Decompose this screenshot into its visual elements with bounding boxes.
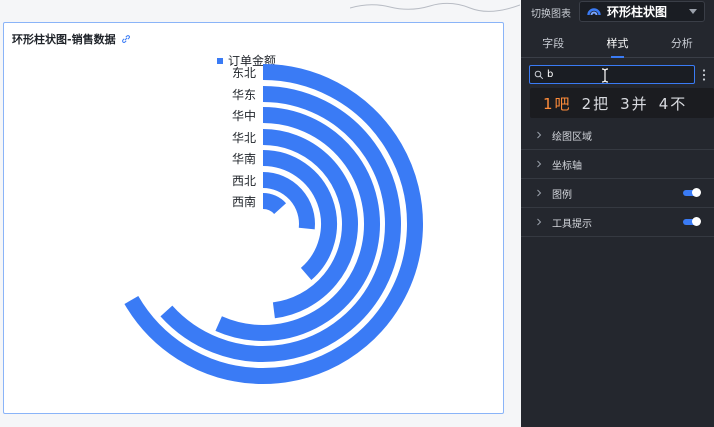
category-label: 东北 [232,66,256,80]
switch-chart-label: 切换图表 [531,8,571,20]
style-sections: 绘图区域 坐标轴 图例 工具提示 [521,121,714,237]
config-panel: 切换图表 环形柱状图 字段 样式 分析 绘图区域 [521,0,714,427]
radial-bar-chart: 东北华东华中华北华南西北西南 [124,64,423,384]
category-label: 华中 [232,108,256,123]
search-input[interactable] [547,67,687,82]
radial-bar[interactable] [262,193,287,215]
tab-analysis[interactable]: 分析 [650,30,714,57]
tab-style[interactable]: 样式 [585,30,649,58]
search-icon [534,70,544,80]
ime-candidate[interactable]: 1吧 [543,93,570,114]
ime-candidate[interactable]: 2把 [582,93,609,114]
tooltip-toggle[interactable] [683,217,701,226]
canvas-area: 环形柱状图-销售数据 订单金额 东北 华东 华中 华北 华南 西北 西南 [0,0,521,427]
tab-fields[interactable]: 字段 [521,30,585,57]
category-label: 华北 [232,131,256,145]
panel-tabs: 字段 样式 分析 [521,30,714,58]
section-label: 绘图区域 [552,131,592,143]
top-strip [0,0,521,12]
chart-switch-row: 切换图表 环形柱状图 [521,0,714,24]
category-label: 西北 [232,174,256,188]
chevron-right-icon [537,189,542,197]
chevron-right-icon [537,131,542,139]
radial-chart-icon [587,8,601,16]
ime-candidate[interactable]: 3并 [620,93,647,114]
category-label: 华东 [232,88,256,102]
more-options-icon[interactable] [701,68,707,82]
chevron-right-icon [537,218,542,226]
section-label: 工具提示 [552,218,592,230]
legend-toggle[interactable] [683,188,701,197]
section-axis[interactable]: 坐标轴 [521,150,714,179]
text-cursor-icon [601,68,609,83]
section-plot-area[interactable]: 绘图区域 [521,121,714,150]
section-label: 坐标轴 [552,160,582,172]
selected-chart-type: 环形柱状图 [607,5,668,19]
category-label: 华南 [232,151,256,166]
chart-card[interactable]: 环形柱状图-销售数据 订单金额 东北 华东 华中 华北 华南 西北 西南 [3,22,504,414]
chevron-down-icon [689,9,697,14]
search-box[interactable] [529,65,695,84]
section-legend[interactable]: 图例 [521,179,714,208]
ime-candidate[interactable]: 4不 [659,93,686,114]
section-label: 图例 [552,189,572,201]
chart-type-select[interactable]: 环形柱状图 [579,1,705,22]
chevron-right-icon [537,160,542,168]
decorative-wave [350,2,520,12]
ime-candidate-bar: 1吧 2把 3并 4不 [530,88,714,118]
section-tooltip[interactable]: 工具提示 [521,208,714,237]
category-label: 西南 [232,194,256,209]
